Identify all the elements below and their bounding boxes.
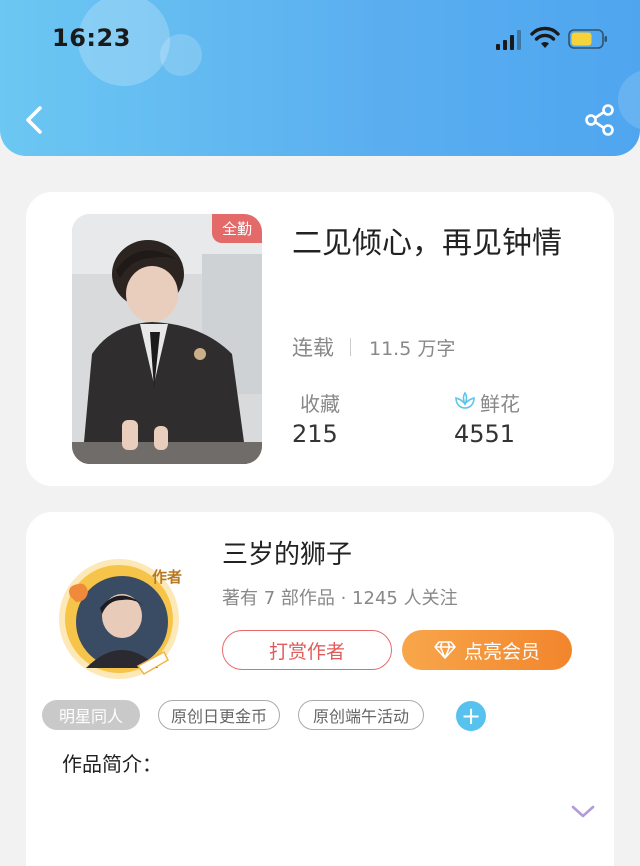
author-avatar[interactable]: 作者 [56,556,182,682]
tag-celebrity-fanfic[interactable]: 明星同人 [42,700,140,730]
word-count: 11.5 万字 [369,337,456,360]
share-icon[interactable] [582,102,618,138]
favorites-label: 收藏 [300,392,340,416]
back-arrow-icon[interactable] [20,100,50,140]
flowers-label: 鲜花 [480,392,520,416]
decor-bubble [618,70,640,130]
tag-daily-update-coins[interactable]: 原创日更金币 [158,700,280,730]
avatar-author-badge: 作者 [152,568,182,586]
add-tag-button[interactable]: + [456,701,486,731]
chevron-down-icon[interactable] [570,804,596,820]
intro-label: 作品简介： [62,752,162,776]
vip-membership-label: 点亮会员 [463,640,540,663]
book-cover[interactable]: 全勤 [72,214,262,464]
vip-membership-button[interactable]: 点亮会员 [402,630,572,670]
decor-bubble [160,34,202,76]
flower-icon [455,391,475,409]
serial-status: 连载 [292,336,334,360]
book-status-row: 连载 11.5 万字 [292,332,455,362]
diamond-icon [434,641,456,659]
full-attendance-badge: 全勤 [211,214,262,243]
book-title: 二见倾心，再见钟情 [292,226,562,261]
divider [350,338,351,356]
tag-dragon-boat-event[interactable]: 原创端午活动 [298,700,424,730]
author-name[interactable]: 三岁的狮子 [222,534,352,571]
tip-author-label: 打赏作者 [268,640,345,663]
book-info-card: 全勤 二见倾心，再见钟情 连载 11.5 万字 收藏 215 鲜花 4551 [26,192,614,486]
cellular-signal-icon [496,30,521,50]
flowers-count: 4551 [454,420,516,448]
header-bar: 16:23 [0,0,640,156]
tip-author-button[interactable]: 打赏作者 [222,630,392,670]
author-meta: 著有 7 部作品 · 1245 人关注 [222,588,458,609]
wifi-icon [530,26,560,48]
battery-icon [568,29,607,49]
author-card: 作者 三岁的狮子 著有 7 部作品 · 1245 人关注 打赏作者 点亮会员 明… [26,512,614,866]
favorites-count: 215 [292,420,338,448]
status-time: 16:23 [52,24,131,52]
cover-illustration [72,214,262,464]
